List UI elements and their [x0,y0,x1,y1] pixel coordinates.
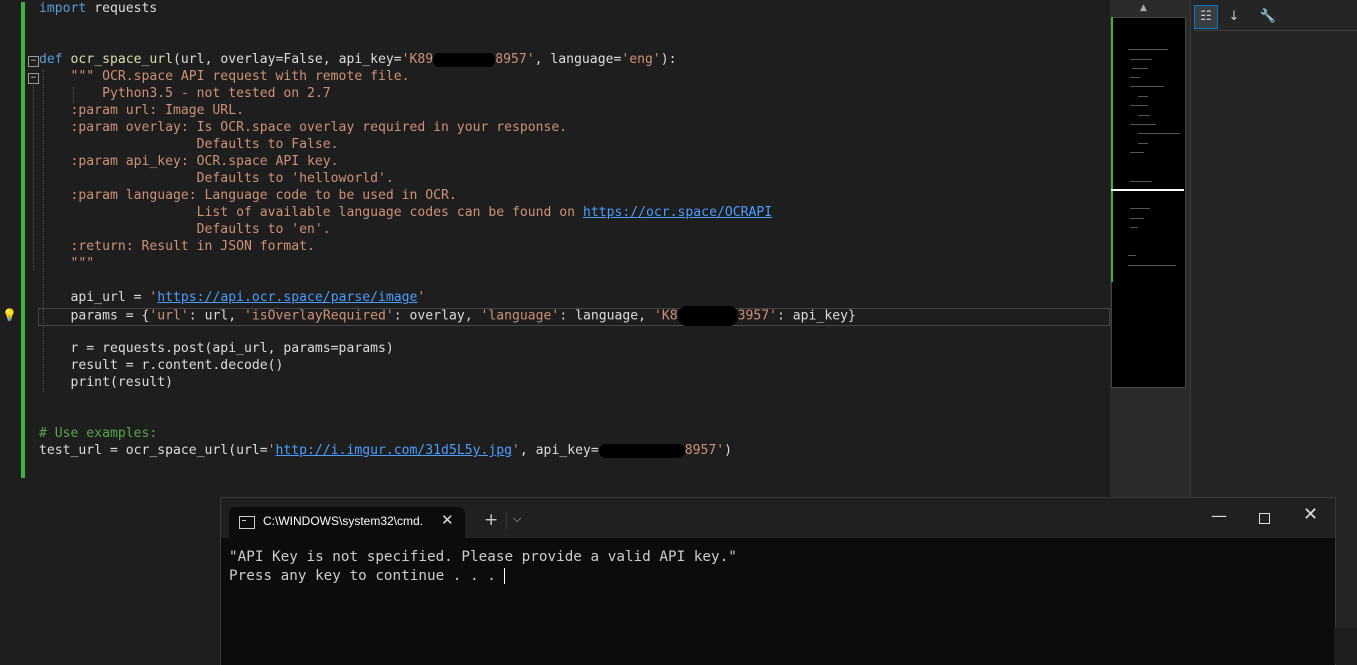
change-indicator-bar [21,2,25,478]
code-line: test_url = ocr_space_url(url='http://i.i… [39,443,733,458]
minimap-line [1138,115,1150,116]
imgur-link[interactable]: http://i.imgur.com/31d5L5y.jpg [276,443,513,458]
terminal-tab[interactable]: C:\WINDOWS\system32\cmd. ✕ [229,507,465,538]
redaction-scribble [598,443,685,458]
minimap-line [1138,133,1180,134]
ocrapi-link[interactable]: https://ocr.space/OCRAPI [583,205,772,220]
comment-line: # Use examples: [39,426,158,441]
minimap-line [1130,59,1152,60]
minimap-line [1128,49,1168,50]
maximize-icon[interactable] [1259,513,1270,524]
close-window-icon[interactable]: ✕ [1303,504,1318,525]
keyword: import [39,1,87,16]
minimap-line [1138,143,1148,144]
minimap-line [1128,255,1136,256]
tab-divider [506,512,507,530]
toolbar-separator [1194,30,1357,31]
minimap-line [1130,86,1164,87]
docstring-line: """ [39,256,95,271]
alphabetical-icon[interactable]: ↓ [1222,5,1246,29]
collapse-def-icon[interactable]: − [28,56,39,67]
terminal-window[interactable]: C:\WINDOWS\system32\cmd. ✕ + ⌵ — ✕ "API … [220,497,1336,665]
minimap-line [1130,124,1156,125]
code-line: print(result) [39,375,174,390]
code-minimap[interactable] [1111,17,1186,388]
docstring-line: Defaults to 'en'. [39,222,331,237]
text-cursor [504,568,506,584]
docstring-line: :return: Result in JSON format. [39,239,315,254]
redaction-scribble [433,52,496,67]
background-strip [1334,628,1357,664]
docstring-line: Defaults to 'helloworld'. [39,171,394,186]
docstring-line: :param api_key: OCR.space API key. [39,154,339,169]
docstring-line: List of available language codes can be … [39,205,773,220]
terminal-line: Press any key to continue . . . [229,568,506,584]
properties-toolbar: ☷ ↓ 🔧 [1194,5,1280,29]
docstring-line: """ OCR.space API request with remote fi… [39,69,410,84]
terminal-tab-title: C:\WINDOWS\system32\cmd. [263,514,424,528]
docstring-line: :param language: Language code to be use… [39,188,457,203]
minimap-line [1138,96,1148,97]
minimap-line [1130,227,1138,228]
redaction-scribble [677,306,738,326]
minimap-line [1130,208,1150,209]
chevron-down-icon[interactable]: ⌵ [513,512,521,526]
minimap-line [1132,68,1148,69]
close-tab-icon[interactable]: ✕ [441,511,454,529]
code-line: def ocr_space_url(url, overlay=False, ap… [39,52,677,67]
minimap-line [1130,181,1152,182]
docstring-line: :param overlay: Is OCR.space overlay req… [39,120,568,135]
minimap-viewport[interactable] [1111,189,1184,191]
code-line: params = {'url': url, 'isOverlayRequired… [39,306,856,326]
terminal-titlebar[interactable]: C:\WINDOWS\system32\cmd. ✕ + ⌵ — ✕ [221,498,1335,538]
docstring-line: :param url: Image URL. [39,103,244,118]
docstring-line: Python3.5 - not tested on 2.7 [39,86,331,101]
minimap-line [1130,77,1140,78]
fold-guide [33,82,34,270]
cmd-icon [239,516,255,529]
docstring-line: Defaults to False. [39,137,339,152]
minimap-line [1130,152,1144,153]
api-url-link[interactable]: https://api.ocr.space/parse/image [157,290,417,305]
minimap-line [1130,105,1148,106]
minimap-change-bar [1111,17,1113,282]
categorized-icon[interactable]: ☷ [1194,5,1218,29]
lightbulb-icon[interactable]: 💡 [2,308,17,322]
code-lines: import requests def ocr_space_url(url, o… [39,0,856,459]
terminal-output[interactable]: "API Key is not specified. Please provid… [229,548,737,586]
code-line: r = requests.post(api_url, params=params… [39,341,394,356]
code-line: result = r.content.decode() [39,358,284,373]
wrench-icon[interactable]: 🔧 [1256,5,1280,29]
new-tab-icon[interactable]: + [484,510,498,530]
code-line: import requests [39,1,158,16]
minimap-line [1130,218,1144,219]
scroll-up-icon[interactable]: ▲ [1140,3,1147,13]
code-line: api_url = 'https://api.ocr.space/parse/i… [39,290,426,305]
terminal-line: "API Key is not specified. Please provid… [229,549,737,565]
minimap-line [1128,265,1176,266]
minimize-icon[interactable]: — [1211,506,1227,525]
